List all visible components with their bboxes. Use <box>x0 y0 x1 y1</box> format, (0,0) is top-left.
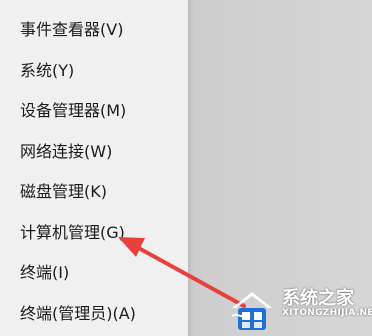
screen: 事件查看器(V) 系统(Y) 设备管理器(M) 网络连接(W) 磁盘管理(K) … <box>0 0 372 336</box>
menu-item-event-viewer[interactable]: 事件查看器(V) <box>0 10 188 51</box>
menu-item-disk-management[interactable]: 磁盘管理(K) <box>0 172 188 213</box>
menu-item-computer-management[interactable]: 计算机管理(G) <box>0 213 188 254</box>
menu-item-terminal[interactable]: 终端(I) <box>0 253 188 294</box>
winx-context-menu: 事件查看器(V) 系统(Y) 设备管理器(M) 网络连接(W) 磁盘管理(K) … <box>0 0 188 336</box>
house-logo-icon <box>231 292 272 330</box>
site-watermark: 系统之家 XITONGZHIJIA.NET <box>222 280 372 336</box>
menu-item-terminal-admin[interactable]: 终端(管理员)(A) <box>0 294 188 335</box>
menu-item-system[interactable]: 系统(Y) <box>0 51 188 92</box>
watermark-domain: XITONGZHIJIA.NET <box>282 308 372 318</box>
menu-item-network-connections[interactable]: 网络连接(W) <box>0 132 188 173</box>
menu-item-device-manager[interactable]: 设备管理器(M) <box>0 91 188 132</box>
watermark-title: 系统之家 <box>282 288 354 309</box>
